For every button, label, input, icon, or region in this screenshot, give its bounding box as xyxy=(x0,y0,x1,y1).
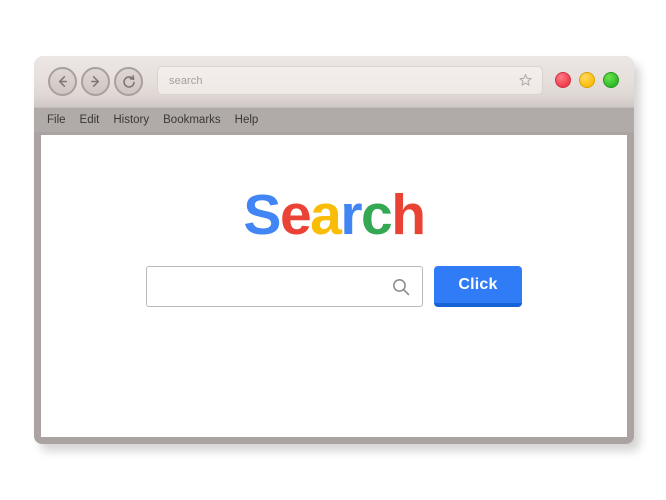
logo-letter-s: S xyxy=(243,183,281,247)
menubar: File Edit History Bookmarks Help xyxy=(34,107,634,132)
menu-item-bookmarks[interactable]: Bookmarks xyxy=(163,114,221,126)
browser-titlebar: search xyxy=(34,56,634,107)
search-input[interactable] xyxy=(146,266,423,307)
logo-letter-h: h xyxy=(391,183,426,247)
menu-item-edit[interactable]: Edit xyxy=(80,114,100,126)
magnifier-icon xyxy=(391,277,411,302)
minimize-window-button[interactable] xyxy=(579,72,595,88)
browser-window: search File Edit History Bookmarks Help xyxy=(34,56,634,444)
address-bar-text: search xyxy=(169,74,203,87)
arrow-right-circle-icon xyxy=(88,74,103,89)
back-button[interactable] xyxy=(48,67,77,96)
logo-letter-c: c xyxy=(361,183,393,247)
logo-letter-e: e xyxy=(279,183,312,247)
search-logo: Search xyxy=(41,187,627,244)
screenshot-canvas: search File Edit History Bookmarks Help xyxy=(0,0,666,500)
menu-item-history[interactable]: History xyxy=(113,114,149,126)
search-row: Click xyxy=(41,266,627,307)
menu-item-help[interactable]: Help xyxy=(235,114,259,126)
page-viewport: Search Click xyxy=(41,135,627,437)
menu-item-file[interactable]: File xyxy=(47,114,66,126)
close-window-button[interactable] xyxy=(555,72,571,88)
navigation-buttons xyxy=(48,67,143,96)
logo-letter-r: r xyxy=(340,183,362,247)
maximize-window-button[interactable] xyxy=(603,72,619,88)
window-controls xyxy=(555,72,619,88)
address-bar[interactable]: search xyxy=(157,66,543,95)
forward-button[interactable] xyxy=(81,67,110,96)
click-button[interactable]: Click xyxy=(434,266,522,307)
logo-letter-a: a xyxy=(310,183,342,247)
star-icon[interactable] xyxy=(518,73,533,88)
reload-circle-icon xyxy=(121,74,137,90)
reload-button[interactable] xyxy=(114,67,143,96)
arrow-left-circle-icon xyxy=(55,74,70,89)
